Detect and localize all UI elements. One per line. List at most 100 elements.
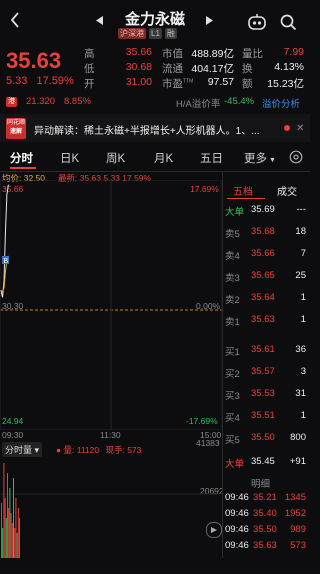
bid-price: 35.51: [251, 410, 275, 421]
trade-volume: 573: [290, 540, 306, 551]
trade-time: 09:46: [225, 524, 249, 535]
volume-bar: [16, 533, 18, 558]
top-nav-bar: 金力永磁 沪深港 L1 融: [0, 0, 310, 46]
trade-volume: 989: [290, 524, 306, 535]
volume-bar: [15, 498, 17, 558]
volume-bar: [14, 528, 16, 558]
tab-monthly-k[interactable]: 月K: [154, 150, 173, 166]
volume-bar: [7, 473, 8, 558]
ask-label: 卖4: [225, 251, 240, 262]
hk-quote-row[interactable]: 港 21.320 8.85% H/A溢价率 -45.4% 溢价分析: [0, 94, 310, 112]
low-label: 低: [84, 63, 95, 75]
bid-volume: 31: [295, 388, 306, 399]
turnover-value: 4.13%: [274, 61, 304, 73]
ah-premium-label: H/A溢价率: [176, 99, 221, 110]
bid-row[interactable]: 买2 35.57 3: [223, 366, 310, 382]
big-buy-row: 大单 35.45 +91: [225, 456, 306, 470]
ask-label: 卖5: [225, 229, 240, 240]
ask-volume: 25: [295, 270, 306, 281]
high-value: 35.66: [125, 46, 152, 58]
ask-label: 卖2: [225, 295, 240, 306]
volume-bar: [4, 498, 6, 558]
news-bar[interactable]: 同花顺 速解 异动解读：稀土永磁+半报增长+人形机器人。1、... ✕: [0, 114, 310, 142]
premium-analysis-link[interactable]: 溢价分析: [262, 96, 300, 110]
play-icon[interactable]: [206, 522, 222, 538]
bid-label: 买2: [225, 369, 240, 380]
bid-label: 买1: [225, 347, 240, 358]
bid-price: 35.50: [251, 432, 275, 443]
high-label: 高: [84, 48, 95, 60]
tab-daily-k[interactable]: 日K: [60, 150, 79, 166]
ask-label: 卖3: [225, 273, 240, 284]
chart-settings-icon[interactable]: [288, 149, 304, 165]
ask-row[interactable]: 卖4 35.66 7: [223, 248, 310, 264]
ask-row[interactable]: 卖1 35.63 1: [223, 314, 310, 330]
float-value: 404.17亿: [191, 63, 234, 75]
ask-row[interactable]: 卖3 35.65 25: [223, 270, 310, 286]
search-icon[interactable]: [278, 12, 298, 32]
trade-price: 35.50: [253, 524, 277, 535]
market-tag: 沪深港: [118, 28, 146, 39]
volume-bar: [8, 508, 10, 558]
news-dot: [284, 125, 290, 131]
margin-tag: 融: [164, 28, 177, 39]
bid-price: 35.53: [251, 388, 275, 399]
change-amount: 5.33: [6, 75, 28, 87]
tab-more[interactable]: 更多 ▼: [244, 150, 276, 166]
trade-price: 35.21: [253, 492, 277, 503]
volume-bar: [3, 463, 5, 558]
tab-five-day[interactable]: 五日: [200, 150, 223, 166]
volume-bar: [11, 523, 13, 558]
bid-row[interactable]: 买4 35.51 1: [223, 410, 310, 426]
volume-bar: [9, 488, 11, 558]
open-label: 开: [84, 78, 95, 90]
detail-header[interactable]: 明细: [223, 476, 310, 492]
volume-bar: [10, 513, 12, 558]
trade-price: 35.63: [253, 540, 277, 551]
tab-five-level[interactable]: 五档: [233, 183, 253, 198]
volume-chart: [0, 463, 222, 558]
mktcap-value: 488.89亿: [191, 48, 234, 60]
tab-trades[interactable]: 成交: [277, 183, 297, 198]
bid-row[interactable]: 买5 35.50 800: [223, 432, 310, 448]
assistant-robot-icon[interactable]: [246, 12, 268, 32]
news-close-icon[interactable]: ✕: [296, 123, 304, 134]
orderbook-tabs: 五档 成交: [223, 182, 310, 199]
ask-price: 35.65: [251, 270, 275, 281]
period-tabs: 分时 日K 周K 月K 五日 更多 ▼: [0, 145, 310, 172]
ask-price: 35.66: [251, 248, 275, 259]
ask-row[interactable]: 卖2 35.64 1: [223, 292, 310, 308]
bid-price: 35.61: [251, 344, 275, 355]
tab-intraday[interactable]: 分时: [10, 150, 33, 166]
pe-value: 97.57: [207, 76, 234, 88]
x-start-label: 09:30: [2, 430, 24, 440]
volume-bar: [17, 508, 19, 558]
trade-row: 09:46 35.63 573: [223, 540, 310, 556]
volume-bar: [1, 503, 2, 558]
hk-percent: 8.85%: [64, 96, 91, 107]
stock-tags: 沪深港 L1 融: [118, 28, 177, 39]
ask-volume: 7: [300, 248, 306, 259]
orderbook: 大单 35.69 --- 卖5 35.68 18 卖4 35.66 7 卖3 35.65 25 卖…: [223, 204, 310, 574]
tab-weekly-k[interactable]: 周K: [106, 150, 125, 166]
volume-panel: 分时量 ▾ ● 量: 11120 现手: 573 41383 20692: [0, 438, 224, 558]
trade-time: 09:46: [225, 540, 249, 551]
bid-label: 买5: [225, 435, 240, 446]
bid-row[interactable]: 买1 35.61 36: [223, 344, 310, 360]
big-sell-row: 大单 35.69 ---: [225, 204, 306, 218]
quote-grid: 高 35.66 市值 488.89亿 量比 7.99 低 30.68 流通 40…: [84, 46, 306, 92]
open-value: 31.00: [125, 76, 152, 88]
ask-volume: 1: [300, 314, 306, 325]
trade-row: 09:46 35.21 1345: [223, 492, 310, 508]
bid-price: 35.57: [251, 366, 275, 377]
ask-volume: 1: [300, 292, 306, 303]
intraday-chart[interactable]: B: [0, 180, 222, 430]
trade-volume: 1345: [284, 492, 306, 503]
trade-row: 09:46 35.50 989: [223, 524, 310, 540]
trade-row: 09:46 35.40 1952: [223, 508, 310, 524]
next-stock-icon[interactable]: [204, 14, 214, 26]
bid-volume: 1: [300, 410, 306, 421]
ask-row[interactable]: 卖5 35.68 18: [223, 226, 310, 242]
hk-badge: 港: [6, 97, 17, 107]
bid-row[interactable]: 买3 35.53 31: [223, 388, 310, 404]
